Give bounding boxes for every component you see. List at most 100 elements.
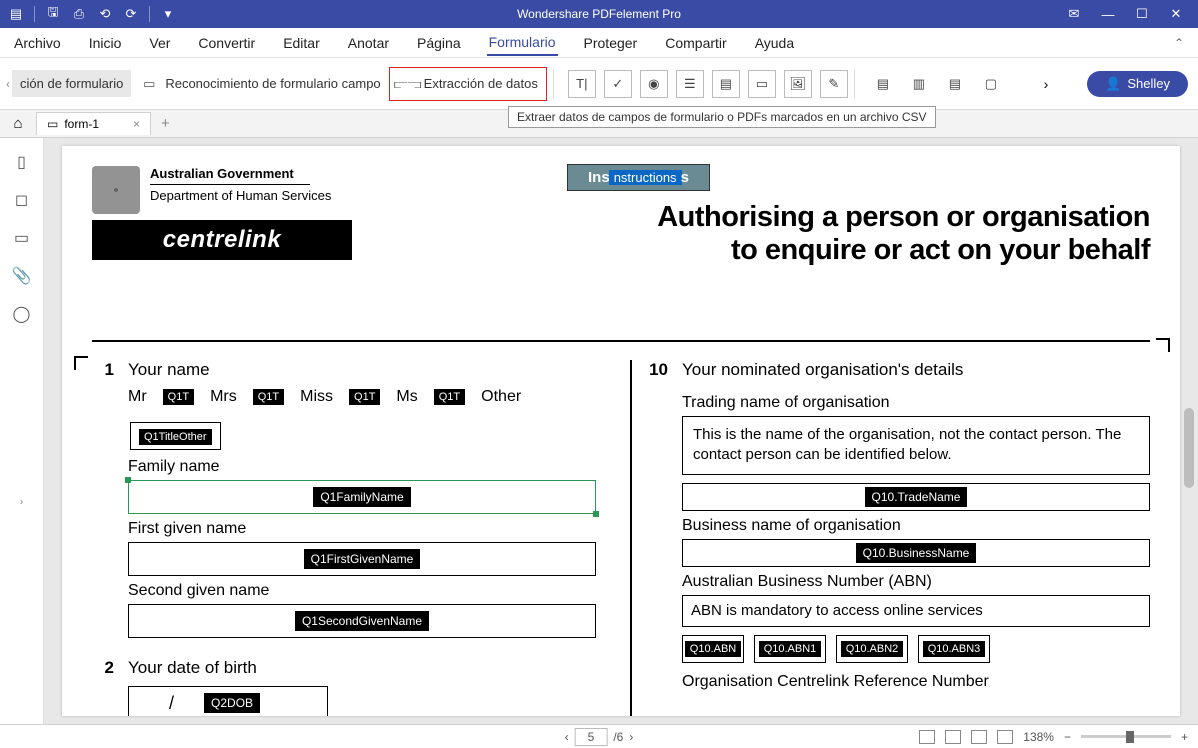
minimize-icon[interactable]: ― (1100, 6, 1116, 22)
page-next-icon[interactable]: › (629, 730, 633, 744)
title-l1: Authorising a person or organisation (657, 201, 1150, 234)
home-icon[interactable]: ⌂ (4, 115, 32, 132)
menu-convertir[interactable]: Convertir (196, 31, 257, 55)
tool-button[interactable]: ▭ (748, 70, 776, 98)
q10-title: Your nominated organisation's details (682, 360, 1150, 380)
field-dob[interactable]: / Q2DOB (128, 686, 328, 716)
field-abn3[interactable]: Q10.ABN3 (918, 635, 990, 663)
tool-list[interactable]: ▤ (712, 70, 740, 98)
tool-radio[interactable]: ◉ (640, 70, 668, 98)
view-facing-cont-icon[interactable] (997, 730, 1013, 744)
page-current[interactable]: 5 (575, 728, 608, 746)
zoom-out-icon[interactable]: − (1064, 730, 1071, 744)
data-extract-icon: ⫍⫎ (398, 74, 418, 94)
menu-pagina[interactable]: Página (415, 31, 463, 55)
view-continuous-icon[interactable] (945, 730, 961, 744)
scrollbar[interactable] (1184, 408, 1194, 488)
inst-hi: nstructions (609, 170, 682, 185)
tab-doc-icon: ▭ (47, 117, 58, 131)
tool-checkbox[interactable]: ✓ (604, 70, 632, 98)
zoom-in-icon[interactable]: + (1181, 730, 1188, 744)
data-extract-button[interactable]: ⫍⫎ Extracción de datos (389, 67, 547, 101)
field-bus-name[interactable]: Q10.BusinessName (682, 539, 1150, 567)
page-prev-icon[interactable]: ‹ (565, 730, 569, 744)
field-abn0[interactable]: Q10.ABN (682, 635, 744, 663)
user-name: Shelley (1127, 76, 1170, 91)
tab-add-icon[interactable]: + (161, 115, 170, 132)
form-recognize-button[interactable]: ▭ Reconocimiento de formulario campo (131, 68, 388, 100)
close-icon[interactable]: ✕ (1168, 6, 1184, 22)
ribbon-scroll-right-icon[interactable]: › (1034, 70, 1058, 98)
search-icon[interactable]: ◯ (12, 304, 32, 324)
document-area: Insnstructionss Australian Government De… (44, 138, 1198, 724)
field-abn2[interactable]: Q10.ABN2 (836, 635, 908, 663)
save-icon[interactable]: 🖫 (45, 6, 61, 22)
chip-abn2: Q10.ABN2 (841, 641, 904, 657)
tool-image[interactable]: 🖼 (784, 70, 812, 98)
menu-anotar[interactable]: Anotar (346, 31, 391, 55)
tool-more3[interactable]: ▢ (977, 70, 1005, 98)
cb-mr[interactable]: Q1T (163, 389, 194, 405)
form-edit-label: ción de formulario (20, 76, 123, 91)
field-second-name[interactable]: Q1SecondGivenName (128, 604, 596, 638)
menu-ayuda[interactable]: Ayuda (753, 31, 796, 55)
user-pill[interactable]: 👤 Shelley (1087, 71, 1188, 97)
bookmarks-icon[interactable]: ◻ (12, 190, 32, 210)
tool-signature[interactable]: ✎ (820, 70, 848, 98)
zoom-slider[interactable] (1081, 735, 1171, 738)
maximize-icon[interactable]: ☐ (1134, 6, 1150, 22)
menu-formulario[interactable]: Formulario (487, 30, 558, 56)
app-title: Wondershare PDFelement Pro (517, 7, 681, 21)
left-rail: ▯ ◻ ▭ 📎 ◯ › (0, 138, 44, 724)
q1-title: Your name (128, 360, 596, 380)
cb-ms[interactable]: Q1T (434, 389, 465, 405)
page-title: Authorising a person or organisation to … (657, 201, 1150, 267)
tab-close-icon[interactable]: × (133, 117, 140, 131)
view-single-icon[interactable] (919, 730, 935, 744)
attachments-icon[interactable]: 📎 (12, 266, 32, 286)
comments-icon[interactable]: ▭ (12, 228, 32, 248)
menu-proteger[interactable]: Proteger (582, 31, 640, 55)
undo-icon[interactable]: ⟲ (97, 6, 113, 22)
status-bar: ‹ 5 /6 › 138% − + (0, 724, 1198, 748)
ribbon-scroll-left-icon[interactable]: ‹ (6, 77, 10, 91)
tool-combo[interactable]: ☰ (676, 70, 704, 98)
menu-ver[interactable]: Ver (147, 31, 172, 55)
field-title-other[interactable]: Q1TitleOther (139, 429, 212, 445)
tool-more1[interactable]: ▥ (905, 70, 933, 98)
zoom-value: 138% (1023, 730, 1054, 744)
family-label: Family name (128, 458, 596, 476)
expand-rail-icon[interactable]: › (20, 497, 23, 508)
q1-num: 1 (92, 360, 114, 644)
thumbnails-icon[interactable]: ▯ (12, 152, 32, 172)
tool-textfield[interactable]: T| (568, 70, 596, 98)
inst-pre: Ins (588, 169, 610, 186)
centrelink-logo: centrelink (92, 220, 352, 260)
instructions-button[interactable]: Insnstructionss (567, 164, 710, 191)
field-trade-name[interactable]: Q10.TradeName (682, 483, 1150, 511)
collapse-ribbon-icon[interactable]: ⌃ (1174, 36, 1184, 50)
bus-label: Business name of organisation (682, 517, 1150, 535)
menu-editar[interactable]: Editar (281, 31, 322, 55)
view-facing-icon[interactable] (971, 730, 987, 744)
menu-inicio[interactable]: Inicio (87, 31, 124, 55)
mail-icon[interactable]: ✉ (1066, 6, 1082, 22)
field-abn1[interactable]: Q10.ABN1 (754, 635, 826, 663)
field-first-name[interactable]: Q1FirstGivenName (128, 542, 596, 576)
cb-mrs[interactable]: Q1T (253, 389, 284, 405)
menu-archivo[interactable]: Archivo (12, 31, 63, 55)
menu-compartir[interactable]: Compartir (663, 31, 728, 55)
logo-icon: ▤ (8, 6, 24, 22)
tab-doc[interactable]: ▭ form-1 × (36, 112, 151, 135)
form-edit-button[interactable]: ción de formulario (12, 70, 131, 97)
tool-template[interactable]: ▤ (869, 70, 897, 98)
print-icon[interactable]: ⎙ (71, 6, 87, 22)
redo-icon[interactable]: ⟳ (123, 6, 139, 22)
abn-label: Australian Business Number (ABN) (682, 573, 1150, 591)
trade-note: This is the name of the organisation, no… (682, 416, 1150, 475)
chip-abn3: Q10.ABN3 (923, 641, 986, 657)
tool-more2[interactable]: ▤ (941, 70, 969, 98)
cb-miss[interactable]: Q1T (349, 389, 380, 405)
field-family-name[interactable]: Q1FamilyName (128, 480, 596, 514)
qat-more-icon[interactable]: ▾ (160, 6, 176, 22)
